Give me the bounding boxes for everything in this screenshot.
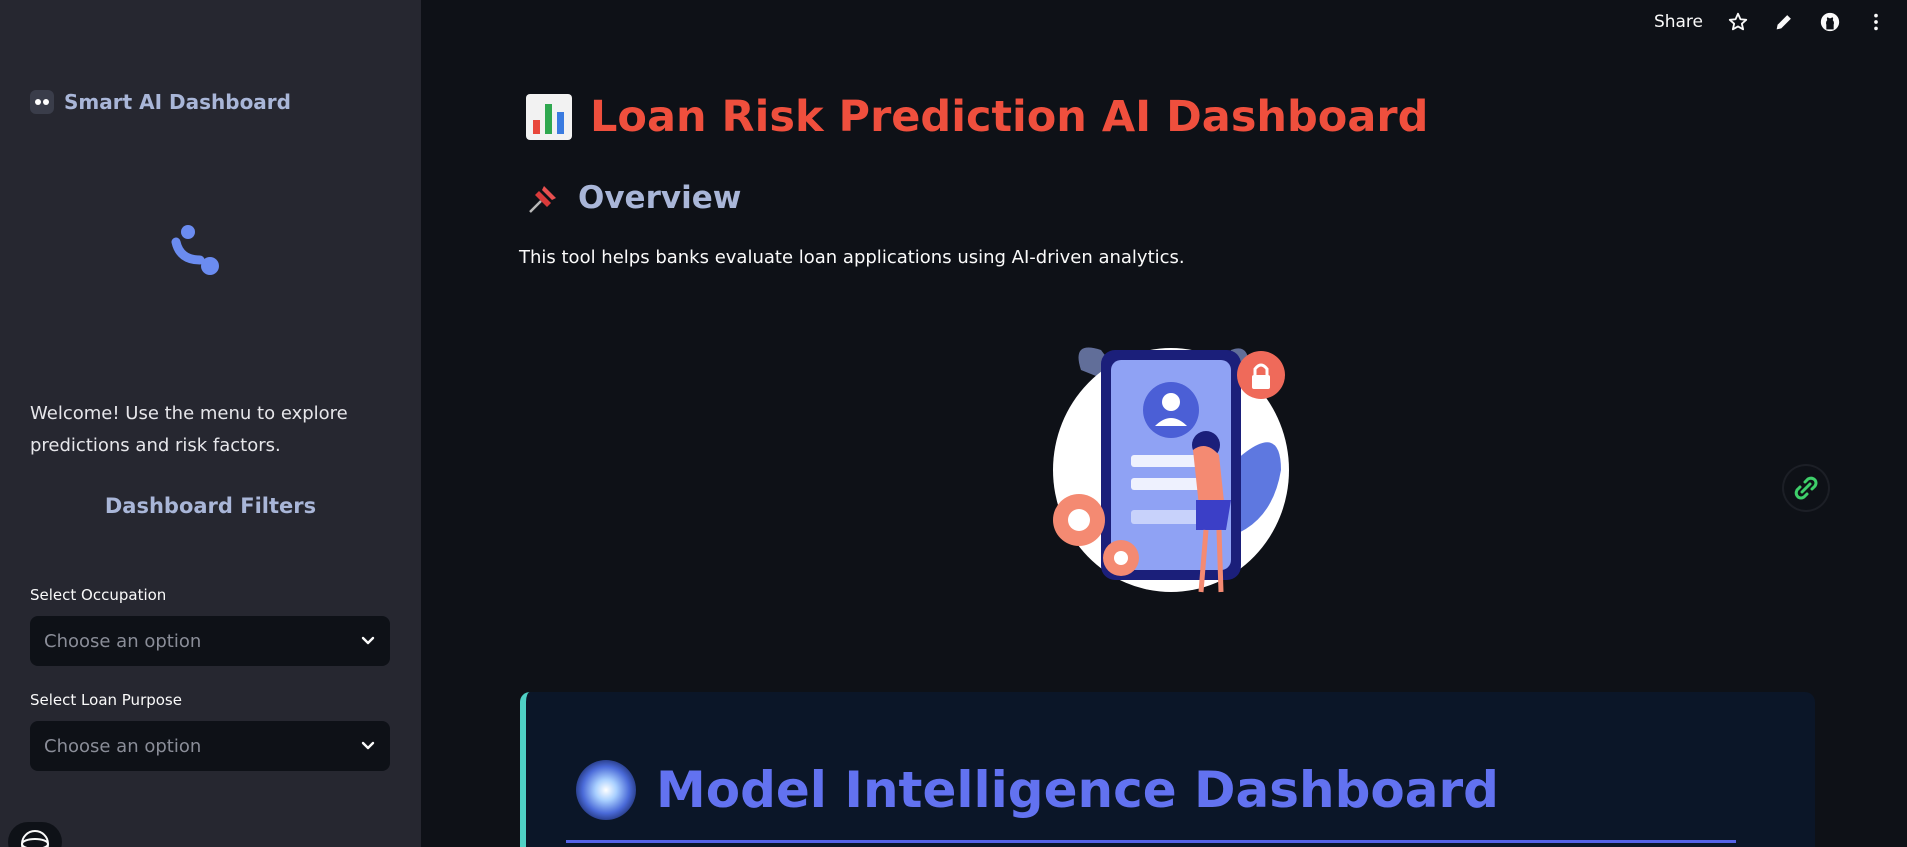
galaxy-icon <box>576 760 636 820</box>
loan-purpose-label: Select Loan Purpose <box>30 691 182 709</box>
loan-purpose-select-placeholder: Choose an option <box>44 735 202 757</box>
bar-chart-icon <box>526 94 572 140</box>
link-icon <box>1794 476 1818 500</box>
filters-title: Dashboard Filters <box>104 494 317 518</box>
occupation-select[interactable]: Choose an option <box>30 616 390 666</box>
pushpin-icon <box>529 186 556 213</box>
main-content: Loan Risk Prediction AI Dashboard Overvi… <box>421 0 1907 847</box>
people-logo-icon <box>171 225 219 275</box>
link-fab-button[interactable] <box>1784 466 1828 510</box>
chevron-down-icon <box>361 636 375 645</box>
overview-heading-text: Overview <box>578 180 742 216</box>
sidebar-brand: Smart AI Dashboard <box>30 90 291 114</box>
card-title: Model Intelligence Dashboard <box>576 760 1499 820</box>
robot-icon <box>30 90 54 114</box>
app-root: Smart AI Dashboard Welcome! Use the menu… <box>0 0 1907 847</box>
occupation-select-placeholder: Choose an option <box>44 630 202 652</box>
loan-purpose-select[interactable]: Choose an option <box>30 721 390 771</box>
page-title-text: Loan Risk Prediction AI Dashboard <box>590 92 1429 142</box>
sidebar: Smart AI Dashboard Welcome! Use the menu… <box>0 0 421 847</box>
occupation-label: Select Occupation <box>30 586 167 604</box>
intro-text: This tool helps banks evaluate loan appl… <box>519 247 1185 268</box>
secure-login-illustration <box>1053 347 1289 593</box>
model-intelligence-card: Model Intelligence Dashboard <box>520 692 1815 847</box>
streamlit-icon[interactable] <box>8 822 62 847</box>
card-title-text: Model Intelligence Dashboard <box>656 761 1499 819</box>
page-title: Loan Risk Prediction AI Dashboard <box>526 92 1428 142</box>
card-divider <box>566 840 1736 843</box>
brand-title: Smart AI Dashboard <box>64 90 291 114</box>
chevron-down-icon <box>361 741 375 750</box>
welcome-text: Welcome! Use the menu to explore predict… <box>30 403 348 456</box>
overview-heading: Overview <box>526 180 741 216</box>
